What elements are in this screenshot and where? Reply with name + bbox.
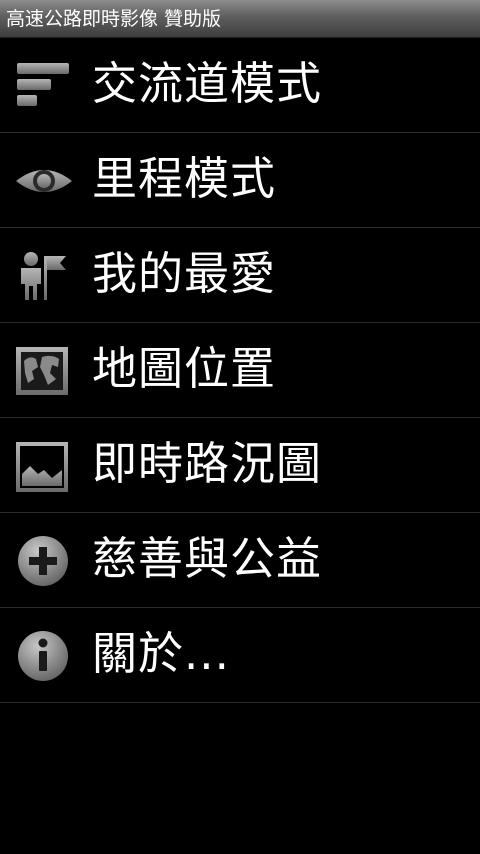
menu-item-about[interactable]: 關於... <box>0 608 480 703</box>
app-title: 高速公路即時影像 贊助版 <box>6 8 222 30</box>
eye-icon <box>14 155 74 207</box>
title-bar: 高速公路即時影像 贊助版 <box>0 0 480 38</box>
person-flag-icon <box>14 250 74 302</box>
menu-item-label: 地圖位置 <box>92 342 277 395</box>
info-circle-icon <box>14 630 74 682</box>
interchange-list-icon <box>14 60 74 112</box>
menu-item-label: 里程模式 <box>92 152 277 205</box>
menu-item-mileage-mode[interactable]: 里程模式 <box>0 133 480 228</box>
menu-item-map-location[interactable]: 地圖位置 <box>0 323 480 418</box>
map-globe-icon <box>14 345 74 397</box>
menu-item-favorites[interactable]: 我的最愛 <box>0 228 480 323</box>
menu-item-live-traffic-map[interactable]: 即時路況圖 <box>0 418 480 513</box>
main-menu: 交流道模式 里程模式 我的最愛 地圖位置 即時路況圖 慈善與公益 關於... <box>0 38 480 703</box>
picture-landscape-icon <box>14 440 74 492</box>
menu-item-label: 慈善與公益 <box>92 532 323 585</box>
menu-item-label: 交流道模式 <box>92 57 323 110</box>
menu-item-label: 關於... <box>92 627 230 680</box>
menu-item-charity[interactable]: 慈善與公益 <box>0 513 480 608</box>
plus-circle-icon <box>14 535 74 587</box>
menu-item-interchange-mode[interactable]: 交流道模式 <box>0 38 480 133</box>
menu-item-label: 即時路況圖 <box>92 437 323 490</box>
menu-item-label: 我的最愛 <box>92 247 277 300</box>
